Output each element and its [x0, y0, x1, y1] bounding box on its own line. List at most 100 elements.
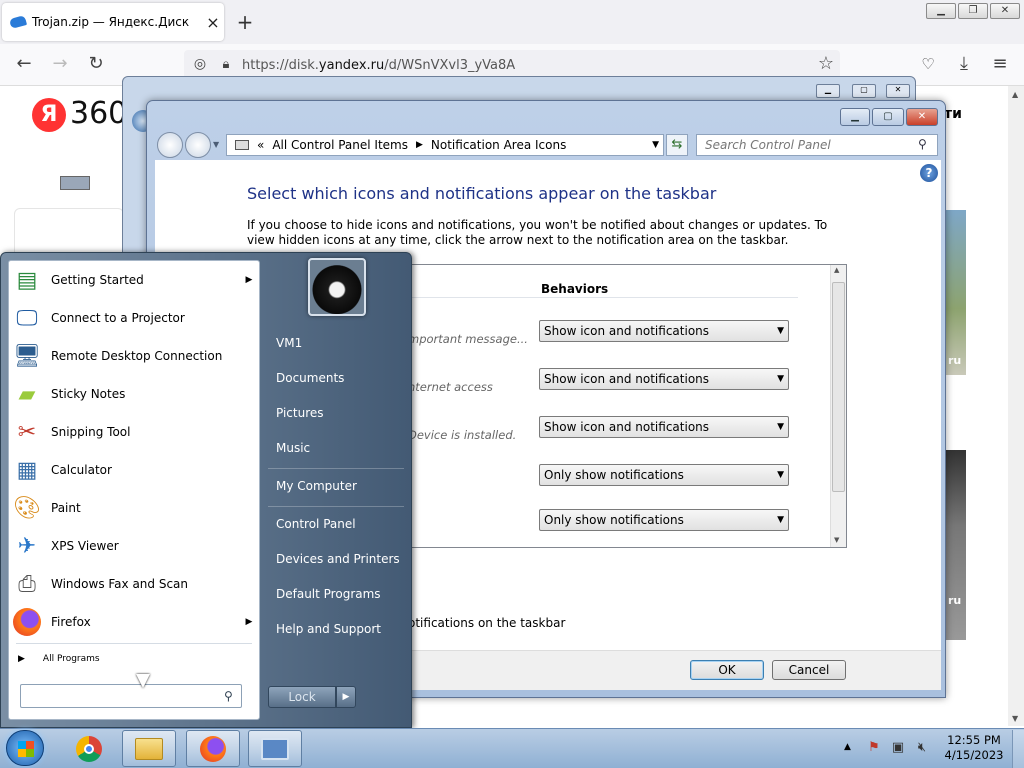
start-program-item[interactable]: ⎙ Windows Fax and Scan — [10, 566, 258, 602]
start-link-documents[interactable]: Documents — [276, 371, 344, 385]
taskbar-firefox[interactable] — [186, 730, 240, 767]
back-window-minimize-button[interactable]: ▁ — [816, 84, 840, 98]
reload-icon[interactable]: ↻ — [84, 53, 108, 74]
behavior-dropdown[interactable]: Only show notifications ▼ — [539, 509, 789, 531]
start-link-pictures[interactable]: Pictures — [276, 406, 324, 420]
start-link-user[interactable]: VM1 — [276, 336, 302, 350]
taskbar-clock[interactable]: 12:55 PM 4/15/2023 — [944, 733, 1004, 763]
behavior-value: Show icon and notifications — [544, 324, 710, 338]
start-program-item[interactable]: ▤ Getting Started ▶ — [10, 262, 258, 298]
dropdown-arrow-icon: ▼ — [777, 470, 784, 480]
browser-restore-button[interactable]: ❐ — [958, 3, 988, 19]
start-link-default-programs[interactable]: Default Programs — [276, 587, 381, 601]
cp-minimize-button[interactable]: ▁ — [840, 108, 870, 126]
scroll-down-icon[interactable]: ▼ — [1012, 714, 1018, 723]
ok-button[interactable]: OK — [690, 660, 764, 680]
back-arrow-icon[interactable]: ← — [12, 53, 36, 74]
behavior-dropdown[interactable]: Show icon and notifications ▼ — [539, 320, 789, 342]
list-scrollbar-thumb[interactable] — [832, 282, 845, 492]
search-icon[interactable]: ⚲ — [224, 689, 233, 703]
breadcrumb-item[interactable]: All Control Panel Items — [272, 138, 408, 152]
show-hidden-icons-icon[interactable]: ▲ — [844, 742, 851, 752]
page-action-button[interactable]: ти — [944, 106, 962, 122]
list-scroll-down-icon[interactable]: ▼ — [834, 536, 839, 544]
downloads-icon[interactable]: ⤓ — [952, 53, 976, 74]
all-programs-item[interactable]: ▶ All Programs — [18, 650, 118, 664]
start-program-item[interactable]: ✈ XPS Viewer — [10, 528, 258, 564]
forward-arrow-icon[interactable]: → — [48, 53, 72, 74]
cp-close-button[interactable]: ✕ — [906, 108, 938, 126]
cp-back-icon[interactable] — [157, 132, 183, 158]
start-program-item[interactable]: Firefox ▶ — [10, 604, 258, 640]
cp-history-chevron-icon[interactable]: ▼ — [213, 140, 219, 149]
behavior-value: Show icon and notifications — [544, 420, 710, 434]
behavior-dropdown[interactable]: Show icon and notifications ▼ — [539, 368, 789, 390]
cp-address-bar[interactable]: « All Control Panel Items ▶ Notification… — [226, 134, 664, 156]
shutdown-options-arrow-icon[interactable]: ▶ — [336, 686, 356, 708]
page-image-1[interactable] — [946, 210, 966, 375]
behavior-dropdown[interactable]: Show icon and notifications ▼ — [539, 416, 789, 438]
start-program-item[interactable]: 🖵︎ Connect to a Projector — [10, 300, 258, 336]
pocket-icon[interactable]: ♡ — [916, 55, 940, 73]
start-program-item[interactable]: ▦ Calculator — [10, 452, 258, 488]
page-scrollbar[interactable] — [1008, 86, 1024, 726]
help-icon[interactable]: ? — [920, 164, 938, 182]
taskbar-chrome[interactable] — [62, 730, 116, 767]
start-button[interactable] — [6, 730, 44, 766]
network-icon[interactable]: ▣ — [890, 740, 906, 756]
refresh-icon[interactable]: ⇆ — [666, 134, 688, 156]
scroll-up-icon[interactable]: ▲ — [1012, 90, 1018, 99]
browser-close-button[interactable]: ✕ — [990, 3, 1020, 19]
yandex-360-logo[interactable]: 360 — [70, 96, 127, 131]
cancel-button[interactable]: Cancel — [772, 660, 846, 680]
lock-icon[interactable]: 🔒︎ — [214, 57, 238, 72]
breadcrumb-item[interactable]: Notification Area Icons — [431, 138, 566, 152]
browser-tab[interactable]: Trojan.zip — Яндекс.Диск × — [2, 3, 224, 41]
start-program-item[interactable]: 🎨︎ Paint — [10, 490, 258, 526]
page-card — [14, 208, 124, 258]
close-tab-icon[interactable]: × — [202, 13, 224, 32]
page-image-2[interactable] — [946, 450, 966, 640]
search-icon[interactable]: ⚲ — [918, 137, 927, 151]
lock-button[interactable]: Lock — [268, 686, 336, 708]
always-show-checkbox-label[interactable]: otifications on the taskbar — [408, 616, 565, 630]
yandex-logo[interactable]: Я — [32, 98, 66, 132]
new-tab-icon[interactable]: + — [234, 10, 256, 34]
start-search-input[interactable] — [20, 684, 242, 708]
show-desktop-button[interactable] — [1012, 730, 1024, 768]
cp-forward-icon[interactable] — [185, 132, 211, 158]
page-image-label-1: ru — [948, 354, 962, 367]
behaviors-column-header[interactable]: Behaviors — [541, 282, 608, 296]
back-window-maximize-button[interactable]: ▢ — [852, 84, 876, 98]
start-link-music[interactable]: Music — [276, 441, 310, 455]
page-thumbnail-icon[interactable] — [60, 176, 90, 190]
start-right-divider — [268, 506, 404, 507]
breadcrumb-separator-icon[interactable]: ▶ — [416, 140, 423, 150]
dropdown-arrow-icon: ▼ — [777, 326, 784, 336]
behavior-dropdown[interactable]: Only show notifications ▼ — [539, 464, 789, 486]
page-image-label-2: ru — [948, 594, 962, 607]
volume-muted-icon[interactable]: 🔇︎ — [914, 740, 930, 756]
start-program-item[interactable]: ▰ Sticky Notes — [10, 376, 258, 412]
address-dropdown-icon[interactable]: ▼ — [652, 140, 659, 150]
shield-icon[interactable]: ◎ — [188, 56, 212, 72]
bookmark-star-icon[interactable]: ☆ — [814, 53, 838, 74]
firefox-icon — [10, 606, 44, 638]
start-program-item[interactable]: ✂ Snipping Tool — [10, 414, 258, 450]
user-avatar[interactable] — [308, 258, 366, 316]
breadcrumb-chevron-icon[interactable]: « — [257, 138, 264, 152]
action-center-icon[interactable]: ⚑ — [866, 740, 882, 756]
menu-icon[interactable]: ≡ — [988, 53, 1012, 74]
cp-search-input[interactable]: Search Control Panel — [696, 134, 938, 156]
start-link-computer[interactable]: My Computer — [276, 479, 357, 493]
start-link-control-panel[interactable]: Control Panel — [276, 517, 356, 531]
taskbar-explorer[interactable] — [122, 730, 176, 767]
cp-maximize-button[interactable]: ▢ — [872, 108, 904, 126]
back-window-close-button[interactable]: ✕ — [886, 84, 910, 98]
browser-minimize-button[interactable]: ▁ — [926, 3, 956, 19]
list-scroll-up-icon[interactable]: ▲ — [834, 266, 839, 274]
start-link-help-support[interactable]: Help and Support — [276, 622, 381, 636]
start-link-devices-printers[interactable]: Devices and Printers — [276, 552, 400, 566]
taskbar-control-panel[interactable] — [248, 730, 302, 767]
start-program-item[interactable]: 🖥︎ Remote Desktop Connection — [10, 338, 258, 374]
